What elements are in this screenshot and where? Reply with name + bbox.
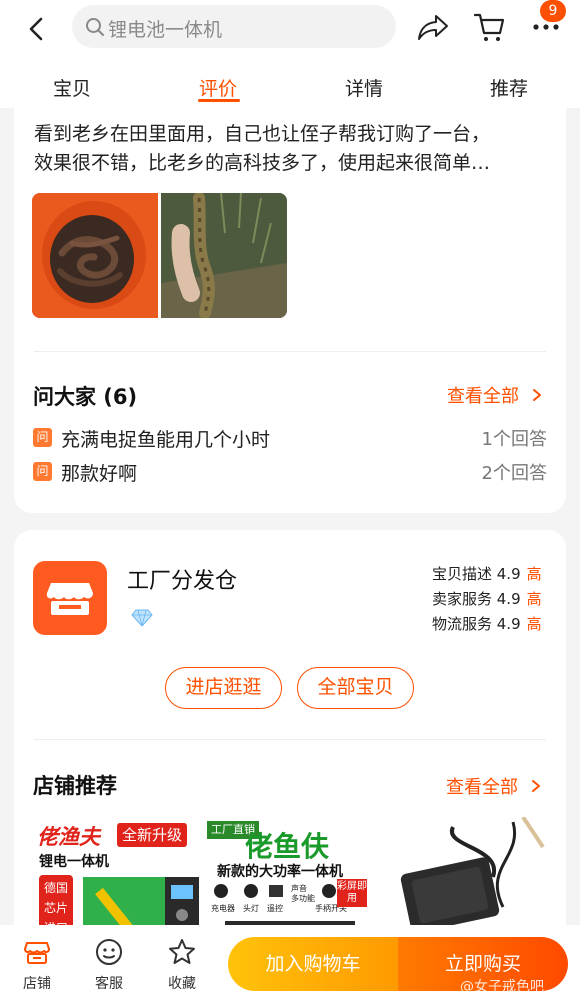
rating-level: 高	[526, 565, 542, 583]
recommend-see-all-link[interactable]: 查看全部	[446, 773, 542, 799]
nav-favorite[interactable]: 收藏	[157, 937, 207, 993]
shop-logo-icon	[46, 583, 93, 615]
nav-label: 店铺	[23, 976, 51, 992]
tab-details[interactable]: 详情	[345, 74, 383, 101]
divider	[34, 739, 546, 740]
store-logo[interactable]	[33, 561, 107, 635]
cart-count-badge: 9	[540, 0, 566, 22]
nav-customer-service[interactable]: 客服	[84, 937, 134, 993]
see-all-label: 查看全部	[446, 777, 518, 798]
enter-store-button[interactable]: 进店逛逛	[165, 667, 282, 709]
store-ratings: 宝贝描述 4.9 高 卖家服务 4.9 高 物流服务 4.9 高	[432, 562, 542, 637]
chevron-right-icon	[532, 389, 541, 401]
feature-label: 遥控	[267, 904, 283, 913]
tab-bar: 宝贝 评价 详情 推荐	[0, 60, 580, 108]
review-photo-eel[interactable]	[161, 193, 287, 318]
tab-reviews[interactable]: 评价	[199, 74, 237, 101]
search-input[interactable]: 锂电池一体机	[72, 5, 396, 48]
nav-label: 收藏	[168, 976, 196, 992]
feature-label: 头灯	[243, 904, 259, 913]
watermark-text: @女子戒色吧	[460, 979, 544, 995]
question-row[interactable]: 问 那款好啊 2个回答	[33, 459, 547, 485]
side-label: 芯片	[43, 901, 68, 915]
side-label: 德国	[43, 881, 68, 895]
answer-count: 1个回答	[481, 429, 547, 450]
rating-level: 高	[526, 590, 542, 608]
active-tab-indicator	[198, 99, 240, 102]
store-icon	[24, 942, 50, 964]
see-all-label: 查看全部	[447, 386, 519, 407]
caught-eel-photo	[161, 193, 287, 318]
nav-label: 客服	[95, 976, 123, 992]
question-icon: 问	[33, 462, 52, 481]
share-icon[interactable]	[416, 12, 450, 42]
review-line: 效果很不错，比老乡的高科技多了，使用起来很简单…	[34, 152, 491, 174]
divider	[34, 351, 546, 352]
product-brand: 佬鱼伕	[245, 830, 330, 863]
store-recommend-title: 店铺推荐	[33, 774, 117, 798]
service-icon	[96, 939, 122, 965]
product-subtitle: 新款的大功率一体机	[217, 864, 343, 880]
cart-icon[interactable]	[472, 11, 506, 43]
rating-label: 卖家服务 4.9	[432, 590, 521, 608]
rating-label: 宝贝描述 4.9	[432, 565, 521, 583]
product-corner-tag: 彩屏即用	[337, 879, 367, 907]
feature-label: 充电器	[211, 904, 235, 913]
diamond-icon	[131, 609, 153, 627]
rating-level: 高	[526, 615, 542, 633]
rating-row: 宝贝描述 4.9 高	[432, 562, 542, 587]
rating-row: 物流服务 4.9 高	[432, 612, 542, 637]
review-photo-bucket[interactable]	[32, 193, 158, 318]
add-to-cart-button[interactable]: 加入购物车	[228, 937, 398, 991]
question-icon: 问	[33, 428, 52, 447]
bucket-of-eels-photo	[32, 193, 158, 318]
product-tag: 全新升级	[117, 823, 188, 847]
question-row[interactable]: 问 充满电捉鱼能用几个小时 1个回答	[33, 425, 547, 451]
product-subtitle: 锂电一体机	[39, 854, 109, 870]
feature-label: 多功能	[291, 894, 315, 903]
review-line: 看到老乡在田里面用，自己也让侄子帮我订购了一台，	[34, 123, 491, 145]
ask-section-title: 问大家 (6)	[33, 385, 138, 409]
back-icon[interactable]	[22, 14, 52, 44]
store-name[interactable]: 工厂分发仓	[127, 563, 237, 595]
question-text: 那款好啊	[61, 463, 138, 485]
nav-store[interactable]: 店铺	[12, 937, 62, 993]
rating-row: 卖家服务 4.9 高	[432, 587, 542, 612]
review-text[interactable]: 看到老乡在田里面用，自己也让侄子帮我订购了一台， 效果很不错，比老乡的高科技多了…	[34, 120, 554, 178]
ask-see-all-link[interactable]: 查看全部	[447, 382, 543, 408]
chevron-right-icon	[531, 780, 540, 792]
star-icon	[169, 939, 195, 964]
search-icon	[86, 18, 104, 36]
top-bar: 锂电池一体机 9	[0, 0, 580, 60]
tab-item[interactable]: 宝贝	[53, 74, 91, 101]
all-items-button[interactable]: 全部宝贝	[297, 667, 414, 709]
search-placeholder: 锂电池一体机	[108, 19, 223, 41]
review-card: 看到老乡在田里面用，自己也让侄子帮我订购了一台， 效果很不错，比老乡的高科技多了…	[14, 108, 566, 513]
answer-count: 2个回答	[481, 463, 547, 484]
product-brand: 佬渔夫	[37, 825, 100, 849]
question-text: 充满电捉鱼能用几个小时	[61, 429, 271, 451]
tab-recommend[interactable]: 推荐	[490, 74, 528, 101]
store-card: 工厂分发仓 宝贝描述 4.9 高 卖家服务 4.9 高 物流服务 4.9 高 进店逛逛…	[14, 530, 566, 950]
rating-label: 物流服务 4.9	[432, 615, 521, 633]
